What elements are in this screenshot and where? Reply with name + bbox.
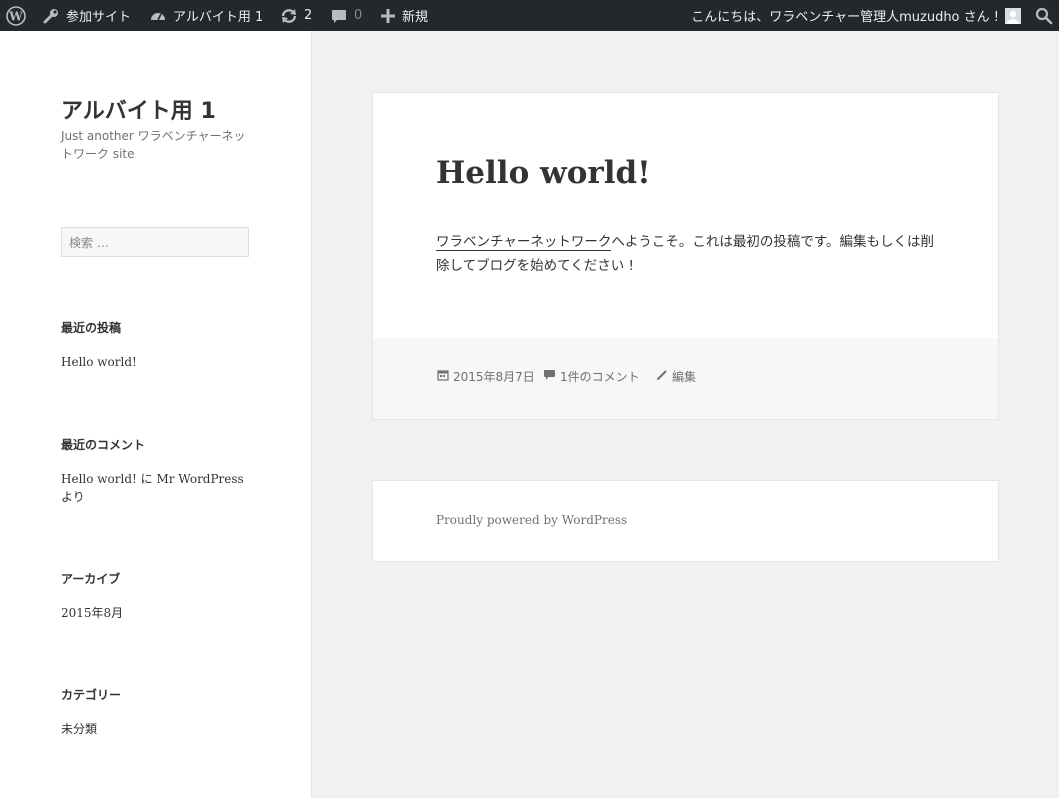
site-description: Just another ワラベンチャーネットワーク site xyxy=(61,129,246,161)
category-link[interactable]: 未分類 xyxy=(61,720,251,738)
recent-comment-item[interactable]: Hello world! に Mr WordPressより xyxy=(61,470,251,506)
admin-bar: W 参加サイト アルバイト用 1 2 0 新規 こんにちは、ワラベンチャー管理人… xyxy=(0,0,1059,31)
archive-link[interactable]: 2015年8月 xyxy=(61,604,251,622)
powered-by-link[interactable]: Proudly powered by WordPress xyxy=(436,513,627,527)
archives-title: アーカイブ xyxy=(61,572,121,586)
post-comments-link[interactable]: 1件のコメント xyxy=(543,368,640,385)
svg-text:W: W xyxy=(8,9,23,23)
new-content-menu[interactable]: 新規 xyxy=(380,0,428,31)
site-name-label: アルバイト用 1 xyxy=(173,10,264,25)
new-content-label: 新規 xyxy=(402,10,429,25)
recent-posts-title: 最近の投稿 xyxy=(61,321,122,335)
site-title[interactable]: アルバイト用 1 xyxy=(61,93,216,125)
dashboard-icon xyxy=(149,7,167,25)
wordpress-logo-button[interactable]: W xyxy=(6,0,26,31)
recent-comments-title: 最近のコメント xyxy=(61,438,146,452)
search-icon xyxy=(1035,7,1053,25)
my-account-menu[interactable]: こんにちは、ワラベンチャー管理人muzudho さん ! xyxy=(691,0,1021,31)
post-edit-link[interactable]: 編集 xyxy=(656,368,696,385)
wordpress-icon: W xyxy=(6,5,26,26)
pencil-icon xyxy=(656,369,668,384)
wrench-icon xyxy=(42,7,60,25)
post-article: Hello world! ワラベンチャーネットワークへようこそ。これは最初の投稿… xyxy=(372,92,999,420)
my-sites-menu[interactable]: 参加サイト xyxy=(42,0,131,31)
post-content: ワラベンチャーネットワークへようこそ。これは最初の投稿です。編集もしくは削除して… xyxy=(436,230,936,278)
comment-icon xyxy=(543,369,556,384)
plus-icon xyxy=(380,8,396,24)
updates-icon xyxy=(280,7,298,25)
avatar xyxy=(1005,7,1021,24)
greeting-text: こんにちは、ワラベンチャー管理人muzudho さん ! xyxy=(691,10,999,25)
site-footer: Proudly powered by WordPress xyxy=(372,480,999,562)
comment-icon xyxy=(330,7,348,25)
post-date-text: 2015年8月7日 xyxy=(453,370,535,384)
post-date[interactable]: 2015年8月7日 xyxy=(437,368,535,385)
recent-post-link[interactable]: Hello world! xyxy=(61,353,251,371)
comments-count: 0 xyxy=(354,8,363,23)
categories-title: カテゴリー xyxy=(61,688,122,702)
admin-search-button[interactable] xyxy=(1035,0,1053,31)
search-input[interactable]: 検索 … xyxy=(61,227,249,257)
post-title[interactable]: Hello world! xyxy=(436,155,651,191)
post-body-link[interactable]: ワラベンチャーネットワーク xyxy=(436,234,612,251)
updates-button[interactable]: 2 xyxy=(280,0,312,31)
post-edit-text: 編集 xyxy=(672,370,697,384)
updates-count: 2 xyxy=(304,8,313,23)
comments-button[interactable]: 0 xyxy=(330,0,362,31)
calendar-icon xyxy=(437,369,449,384)
my-sites-label: 参加サイト xyxy=(66,10,132,25)
sidebar: アルバイト用 1 Just another ワラベンチャーネットワーク site… xyxy=(0,31,312,798)
post-comments-text: 1件のコメント xyxy=(560,370,640,384)
site-name-menu[interactable]: アルバイト用 1 xyxy=(149,0,263,31)
